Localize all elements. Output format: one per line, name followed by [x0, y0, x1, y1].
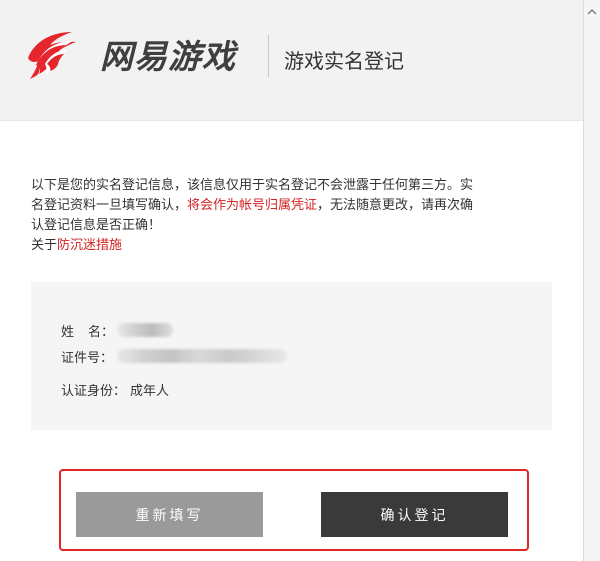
notice-line-2-suffix: ，无法随意更改，请再次确: [317, 198, 474, 213]
id-label: 证件号：: [61, 350, 114, 366]
name-label-first: 姓: [61, 324, 75, 340]
role-row: 认证身份： 成年人: [61, 379, 169, 399]
masked-name-value: [117, 323, 173, 337]
vertical-scrollbar[interactable]: [584, 0, 600, 561]
page-title: 游戏实名登记: [284, 49, 404, 73]
name-label: 姓名：: [61, 321, 117, 340]
name-row: 姓名：: [61, 320, 173, 340]
header: 网易游戏 游戏实名登记: [0, 0, 583, 121]
id-row: 证件号：: [61, 346, 287, 366]
refill-button[interactable]: 重新填写: [76, 492, 263, 537]
header-divider: [268, 35, 269, 77]
notice-line-2-prefix: 名登记资料一旦填写确认，: [31, 198, 188, 213]
confirm-registration-button[interactable]: 确认登记: [321, 492, 508, 537]
anti-addiction-link[interactable]: 防沉迷措施: [57, 238, 122, 253]
logo-text: 网易游戏: [100, 36, 236, 76]
notice-line-4: 关于防沉迷措施: [31, 236, 551, 256]
notice-warning: 将会作为帐号归属凭证: [187, 198, 318, 213]
content-area: 以下是您的实名登记信息，该信息仅用于实名登记不会泄露于任何第三方。实 名登记资料…: [0, 121, 583, 561]
chevron-up-icon[interactable]: [587, 7, 597, 17]
brand-logo: 网易游戏: [16, 22, 256, 90]
netease-logo-icon: [28, 32, 76, 79]
notice-line-2: 名登记资料一旦填写确认，将会作为帐号归属凭证，无法随意更改，请再次确: [31, 196, 551, 216]
notice-text: 以下是您的实名登记信息，该信息仅用于实名登记不会泄露于任何第三方。实 名登记资料…: [31, 176, 551, 256]
masked-id-value: [117, 349, 287, 363]
notice-line-3: 认登记信息是否正确！: [31, 218, 162, 233]
notice-line-4-prefix: 关于: [31, 238, 58, 253]
role-value: 成年人: [130, 383, 170, 399]
dialog-frame: 网易游戏 游戏实名登记 以下是您的实名登记信息，该信息仅用于实名登记不会泄露于任…: [0, 0, 584, 561]
registration-info-panel: 姓名： 证件号： 认证身份： 成年人: [31, 282, 552, 430]
name-label-second: 名：: [88, 324, 115, 340]
notice-line-1: 以下是您的实名登记信息，该信息仅用于实名登记不会泄露于任何第三方。实: [31, 178, 474, 193]
role-label: 认证身份：: [61, 383, 127, 399]
